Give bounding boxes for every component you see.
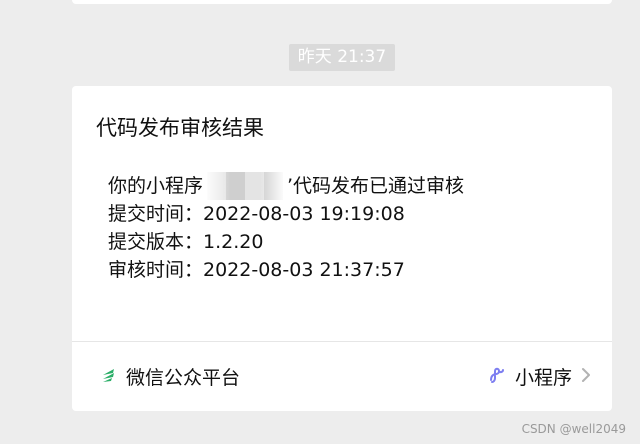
review-result-card[interactable]: 代码发布审核结果 你的小程序 ’代码发布已通过审核 提交时间：2022-08-0… <box>72 86 612 411</box>
card-body: 你的小程序 ’代码发布已通过审核 提交时间：2022-08-03 19:19:0… <box>108 172 464 284</box>
approval-line: 你的小程序 ’代码发布已通过审核 <box>108 172 464 200</box>
review-time-line: 审核时间：2022-08-03 21:37:57 <box>108 259 405 281</box>
wechat-platform-icon <box>100 366 118 388</box>
source-account-label: 微信公众平台 <box>126 367 241 389</box>
chevron-right-icon <box>580 366 592 388</box>
mini-program-icon <box>487 365 507 389</box>
submit-version-line: 提交版本：1.2.20 <box>108 231 264 253</box>
watermark: CSDN @well2049 <box>521 422 626 436</box>
source-account[interactable]: 微信公众平台 <box>100 363 240 390</box>
mini-program-link[interactable]: 小程序 <box>487 363 592 390</box>
card-title: 代码发布审核结果 <box>96 116 264 140</box>
approval-prefix: 你的小程序 <box>108 175 204 197</box>
submit-time-line: 提交时间：2022-08-03 19:19:08 <box>108 203 405 225</box>
approval-suffix: ’代码发布已通过审核 <box>287 175 465 197</box>
redacted-program-name <box>207 172 284 200</box>
message-timestamp: 昨天 21:37 <box>289 44 395 71</box>
mini-program-label: 小程序 <box>514 367 572 389</box>
previous-message-card <box>72 0 612 4</box>
card-footer: 微信公众平台 小程序 <box>72 342 612 411</box>
